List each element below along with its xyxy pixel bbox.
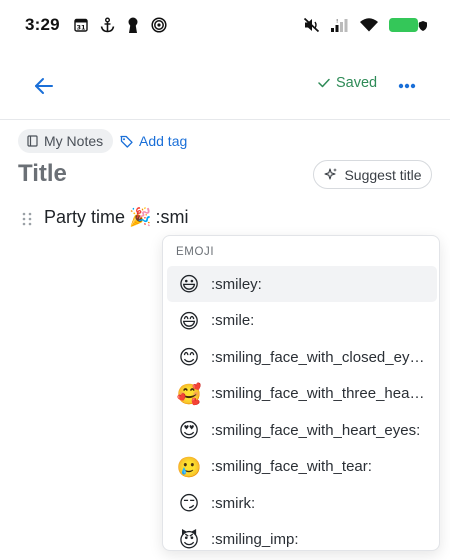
add-tag-label: Add tag [139, 133, 188, 149]
emoji-option-smile[interactable]: 😄 :smile: [167, 303, 437, 339]
emoji-popup-header: EMOJI [176, 246, 215, 258]
mute-icon [303, 17, 321, 33]
keyhole-icon [127, 17, 139, 34]
notebook-icon [27, 135, 38, 147]
smirk-emoji-icon: 😏 [178, 491, 200, 515]
wifi-icon [359, 17, 379, 33]
emoji-option-smirk[interactable]: 😏 :smirk: [167, 485, 437, 521]
arrow-left-icon [35, 78, 53, 94]
emoji-option-label: :smirk: [211, 494, 256, 512]
emoji-option-smiling-imp[interactable]: 😈 :smiling_imp: [167, 522, 437, 551]
smiling-face-three-hearts-emoji-icon: 🥰 [176, 381, 202, 406]
smiling-imp-emoji-icon: 😈 [178, 527, 200, 551]
status-bar: 3:29 31 ! [0, 0, 450, 50]
tag-icon [120, 135, 133, 148]
notebook-chip-label: My Notes [44, 133, 104, 149]
signal-icon: ! [330, 17, 350, 33]
target-icon [151, 17, 167, 33]
editor-text: Party time [44, 207, 126, 227]
notebook-chip[interactable]: My Notes [18, 129, 114, 153]
back-button[interactable] [30, 72, 58, 100]
more-options-button[interactable] [393, 74, 421, 98]
anchor-icon [100, 17, 115, 33]
heart-eyes-emoji-icon: 😍 [178, 418, 200, 442]
battery-icon [388, 16, 428, 34]
party-popper-emoji: 🎉 [129, 207, 152, 228]
saved-status: Saved [318, 75, 377, 91]
svg-text:!: ! [336, 19, 338, 25]
smiling-face-tear-emoji-icon: 🥲 [176, 454, 202, 479]
emoji-option-label: :smiling_face_with_tear: [211, 458, 372, 475]
status-time: 3:29 [25, 15, 60, 34]
emoji-option-label: :smile: [211, 312, 255, 329]
smiling-face-closed-eyes-emoji-icon: 😊 [178, 345, 200, 369]
app-bar: Saved [0, 50, 450, 120]
emoji-suggestion-popup: EMOJI 😃 :smiley: 😄 :smile: 😊 :smiling_fa… [162, 235, 440, 551]
calendar-31-icon: 31 [74, 18, 88, 32]
emoji-option-smiling-face-with-heart-eyes[interactable]: 😍 :smiling_face_with_heart_eyes: [167, 412, 437, 448]
check-icon [318, 78, 330, 88]
add-tag-button[interactable]: Add tag [120, 129, 187, 153]
saved-label: Saved [336, 75, 378, 91]
emoji-option-label: :smiling_face_with_three_hearts: [211, 385, 429, 402]
emoji-option-smiling-face-with-three-hearts[interactable]: 🥰 :smiling_face_with_three_hearts: [167, 376, 437, 412]
emoji-option-smiley[interactable]: 😃 :smiley: [167, 266, 437, 302]
system-icons: ! [303, 16, 428, 34]
editor-paragraph[interactable]: Party time 🎉 :smi [44, 207, 188, 228]
suggest-title-button[interactable]: Suggest title [313, 160, 432, 189]
emoji-option-smiling-face-with-tear[interactable]: 🥲 :smiling_face_with_tear: [167, 449, 437, 485]
sparkles-icon [324, 168, 338, 180]
emoji-option-label: :smiling_face_with_closed_eyes: [211, 348, 429, 366]
more-horizontal-icon [398, 83, 416, 89]
calendar-day-label: 31 [76, 24, 86, 32]
notification-icons: 31 [74, 17, 167, 34]
suggest-title-label: Suggest title [344, 166, 422, 183]
drag-handle-icon[interactable] [22, 212, 32, 226]
smiley-emoji-icon: 😃 [178, 272, 200, 296]
title-input[interactable]: Title [18, 160, 67, 188]
emoji-suggestion-list: 😃 :smiley: 😄 :smile: 😊 :smiling_face_wit… [167, 266, 437, 551]
smile-emoji-icon: 😄 [178, 308, 200, 333]
emoji-option-label: :smiling_face_with_heart_eyes: [211, 421, 421, 439]
emoji-option-smiling-face-with-closed-eyes[interactable]: 😊 :smiling_face_with_closed_eyes: [167, 339, 437, 375]
emoji-option-label: :smiley: [211, 275, 262, 293]
emoji-option-label: :smiling_imp: [211, 531, 299, 548]
typed-shortcode: :smi [155, 207, 189, 227]
